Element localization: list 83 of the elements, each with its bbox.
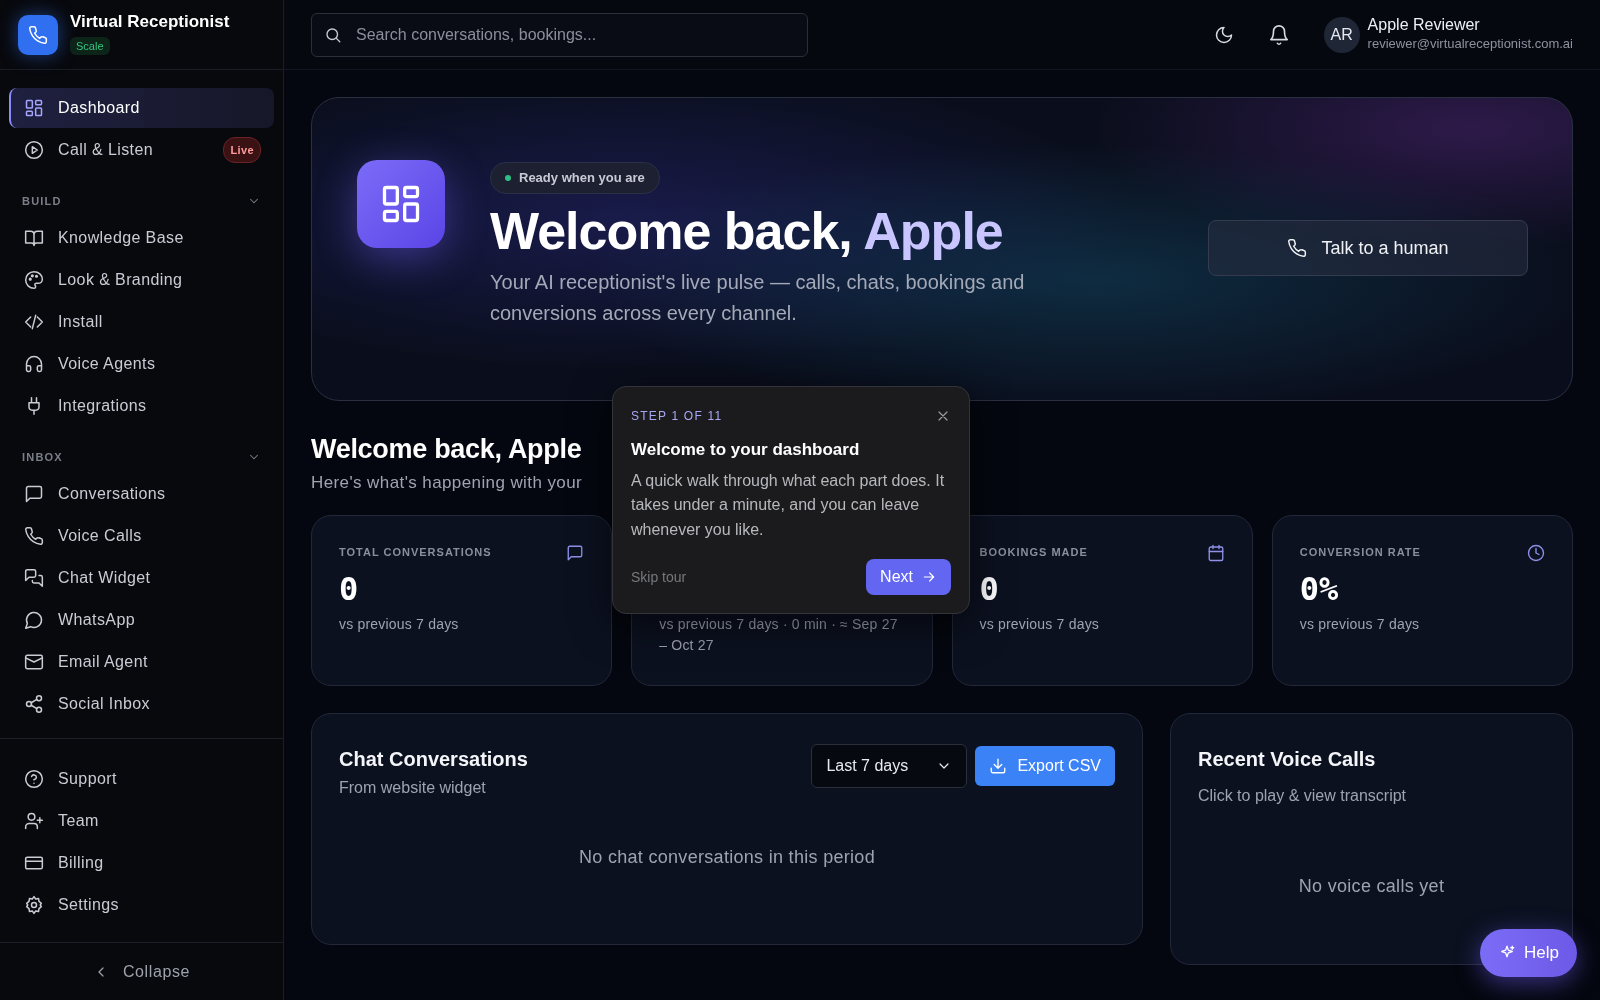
calendar-icon	[1206, 544, 1225, 562]
nav-item[interactable]: Install	[9, 302, 274, 342]
nav-item[interactable]: Knowledge Base	[9, 218, 274, 258]
headphones-icon	[24, 354, 44, 374]
card-subtitle: Click to play & view transcript	[1198, 786, 1408, 806]
section-heading: BUILD	[22, 193, 62, 209]
export-csv-button[interactable]: Export CSV	[975, 746, 1115, 786]
stat-label: BOOKINGS MADE	[979, 545, 1088, 560]
user-email: reviewer@virtualreceptionist.com.ai	[1367, 35, 1573, 54]
help-icon	[24, 769, 44, 789]
live-badge: Live	[223, 136, 261, 164]
plan-badge: Scale	[70, 36, 110, 56]
stat-note: vs previous 7 days · 0 min · ≈ Sep 27 – Oct 27	[659, 615, 899, 656]
help-button[interactable]: Help	[1480, 929, 1577, 977]
tour-body: A quick walk through what each part does. It takes under a minute, and you can leave whenever you like.	[631, 470, 946, 541]
stat-value: 0	[979, 570, 1000, 609]
bell-icon	[1267, 23, 1290, 46]
empty-message: No voice calls yet	[1298, 874, 1445, 898]
talk-to-human-button[interactable]: Talk to a human	[1208, 220, 1528, 276]
play-icon	[24, 140, 44, 160]
chat-bubble-icon	[566, 544, 585, 562]
nav-item[interactable]: Integrations	[9, 386, 274, 426]
chat-bubbles-icon	[24, 568, 44, 588]
nav-item[interactable]: Team	[9, 801, 274, 841]
card-subtitle: From website widget	[339, 778, 487, 798]
phone-icon	[28, 24, 48, 45]
nav-item[interactable]: Social Inbox	[9, 684, 274, 724]
brand-name: Virtual Receptionist	[70, 12, 230, 33]
chat-bubble-icon	[24, 484, 44, 504]
stat-label: TOTAL CONVERSATIONS	[339, 545, 492, 560]
hero-description: Your AI receptionist's live pulse — calls, chats, bookings and conversions across every channel.	[490, 270, 1026, 327]
welcome-heading: Welcome back, Apple	[311, 433, 582, 466]
nav-item[interactable]: WhatsApp	[9, 600, 274, 640]
stat-note: vs previous 7 days	[979, 615, 1101, 635]
nav-item[interactable]: Dashboard	[9, 88, 274, 128]
download-icon	[989, 757, 1008, 775]
stat-note: vs previous 7 days	[1299, 615, 1421, 635]
user-plus-icon	[24, 811, 44, 831]
nav-item[interactable]: Billing	[9, 843, 274, 883]
palette-icon	[24, 270, 44, 290]
envelope-icon	[24, 652, 44, 672]
share-icon	[24, 694, 44, 714]
skip-tour-link[interactable]: Skip tour	[631, 566, 687, 588]
user-avatar[interactable]: AR	[1323, 16, 1360, 53]
nav-item[interactable]: Support	[9, 759, 274, 799]
book-icon	[24, 228, 44, 248]
nav-item[interactable]: Look & Branding	[9, 260, 274, 300]
tour-step: STEP 1 OF 11	[631, 407, 723, 425]
nav-item[interactable]: Chat Widget	[9, 558, 274, 598]
date-range-select[interactable]: Last 7 days	[811, 744, 968, 788]
moon-icon	[1213, 24, 1234, 45]
card-title: Recent Voice Calls	[1198, 747, 1377, 772]
nav-item[interactable]: Call & Listen Live	[9, 130, 274, 170]
tour-title: Welcome to your dashboard	[631, 439, 861, 461]
nav-item[interactable]: Conversations	[9, 474, 274, 514]
arrow-right-icon	[921, 569, 937, 585]
grid-icon	[24, 98, 44, 118]
stat-label: CONVERSION RATE	[1299, 545, 1421, 560]
section-heading: INBOX	[22, 449, 63, 465]
status-badge: Ready when you are	[490, 162, 660, 194]
collapse-button[interactable]: Collapse	[86, 958, 197, 985]
search-field[interactable]: Search conversations, bookings...	[311, 12, 808, 57]
phone-icon	[24, 526, 44, 546]
card-title: Chat Conversations	[339, 747, 528, 772]
nav-item[interactable]: Email Agent	[9, 642, 274, 682]
speech-bubble-icon	[24, 610, 44, 630]
clock-icon	[1527, 544, 1545, 562]
next-button[interactable]: Next	[866, 559, 951, 595]
user-name: Apple Reviewer	[1367, 15, 1481, 35]
empty-message: No chat conversations in this period	[579, 845, 875, 869]
settings-icon	[24, 895, 44, 915]
stat-note: vs previous 7 days	[339, 615, 460, 635]
search-icon	[324, 25, 342, 44]
phone-icon	[1287, 238, 1308, 258]
stat-value: 0	[339, 570, 360, 609]
welcome-subtitle: Here's what's happening with your	[311, 471, 583, 494]
credit-card-icon	[24, 853, 44, 873]
hero-title: Welcome back, Apple	[490, 201, 1004, 262]
stat-value: 0%	[1299, 570, 1340, 609]
nav-item[interactable]: Voice Calls	[9, 516, 274, 556]
nav-item[interactable]: Settings	[9, 885, 274, 925]
nav-item[interactable]: Voice Agents	[9, 344, 274, 384]
code-icon	[24, 312, 44, 332]
